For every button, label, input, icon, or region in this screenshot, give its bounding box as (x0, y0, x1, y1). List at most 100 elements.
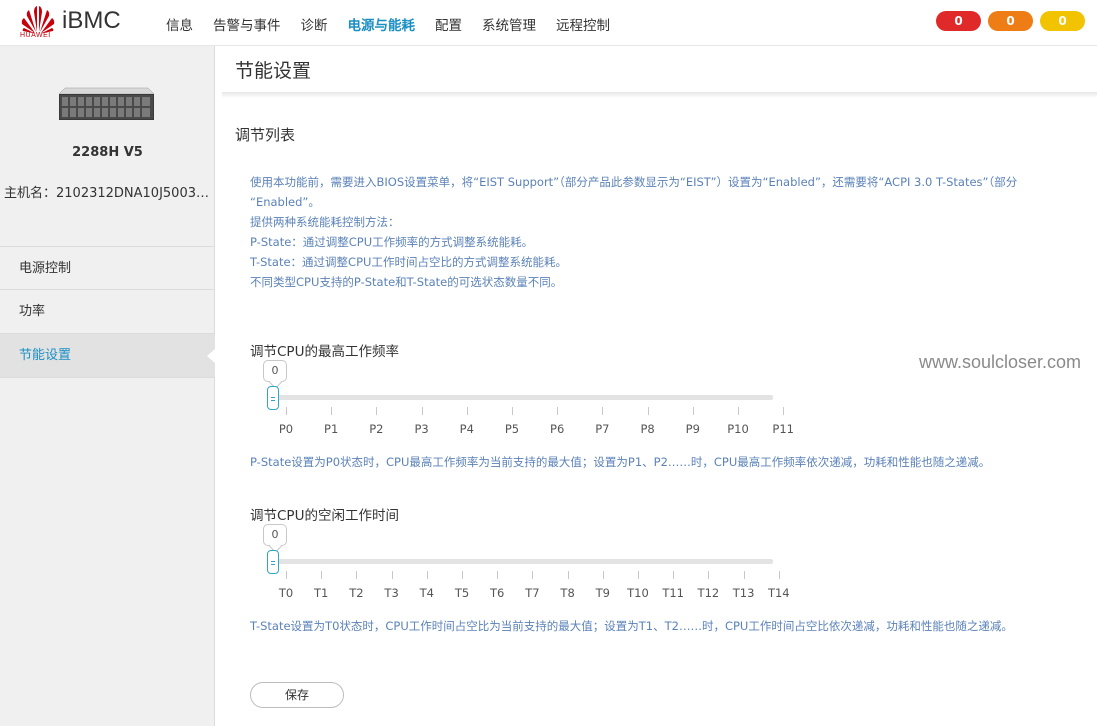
tstate-tick-mark (391, 571, 393, 579)
pstate-tick-mark (647, 407, 649, 415)
tstate-hint: T-State设置为T0状态时，CPU工作时间占空比为当前支持的最大值；设置为T… (250, 619, 1013, 633)
tstate-tick-label[interactable]: T7 (512, 586, 552, 600)
pstate-slider-track[interactable] (270, 395, 773, 400)
title-divider (222, 92, 1097, 98)
major-alarm-badge[interactable]: 0 (988, 11, 1033, 31)
description-line: 不同类型CPU支持的P-State和T-State的可选状态数量不同。 (250, 275, 563, 289)
pstate-tick-label[interactable]: P2 (356, 422, 396, 436)
pstate-tick-label[interactable]: P6 (537, 422, 577, 436)
nav-system-management[interactable]: 系统管理 (482, 14, 536, 34)
server-chassis-icon (58, 84, 155, 122)
tstate-value-bubble: 0 (263, 524, 287, 546)
tstate-tick-mark (497, 571, 499, 579)
tstate-tick-label[interactable]: T4 (407, 586, 447, 600)
tstate-tick-mark (356, 571, 358, 579)
pstate-tick-mark (376, 407, 378, 415)
tstate-tick-label[interactable]: T9 (583, 586, 623, 600)
tstate-tick-label[interactable]: T5 (442, 586, 482, 600)
section-title: 调节列表 (235, 126, 296, 144)
sidebar: 2288H V5 主机名：2102312DNA10J50033A1A 电源控制 … (0, 46, 216, 726)
brand-wordmark: HUAWEI (20, 32, 51, 39)
pstate-tick-label[interactable]: P9 (673, 422, 713, 436)
tstate-tick-mark (286, 571, 287, 579)
hostname: 主机名：2102312DNA10J50033A1A (4, 186, 214, 201)
pstate-tick-label[interactable]: P8 (628, 422, 668, 436)
top-header: HUAWEI iBMC 信息 告警与事件 诊断 电源与能耗 配置 系统管理 远程… (0, 0, 1097, 46)
tstate-tick-mark (673, 571, 675, 579)
description-line: “Enabled”。 (250, 195, 320, 209)
sidebar-item-energy-saving[interactable]: 节能设置 (0, 334, 216, 378)
pstate-slider-handle[interactable] (267, 386, 279, 410)
tstate-tick-mark (321, 571, 323, 579)
sidebar-item-power-control[interactable]: 电源控制 (0, 246, 215, 290)
tstate-tick-label[interactable]: T0 (266, 586, 306, 600)
tstate-tick-label[interactable]: T8 (548, 586, 588, 600)
pstate-hint: P-State设置为P0状态时，CPU最高工作频率为当前支持的最大值；设置为P1… (250, 455, 991, 469)
tstate-tick-label[interactable]: T11 (653, 586, 693, 600)
tstate-tick-mark (532, 571, 534, 579)
pstate-tick-mark (602, 407, 604, 415)
minor-alarm-badge[interactable]: 0 (1040, 11, 1085, 31)
pstate-tick-label[interactable]: P0 (266, 422, 306, 436)
description-line: T-State：通过调整CPU工作时间占空比的方式调整系统能耗。 (250, 255, 567, 269)
description-line: P-State：通过调整CPU工作频率的方式调整系统能耗。 (250, 235, 534, 249)
alarm-counters: 0 0 0 (936, 11, 1085, 31)
pstate-tick-label[interactable]: P10 (718, 422, 758, 436)
tstate-tick-mark (426, 571, 428, 579)
description-line: 使用本功能前，需要进入BIOS设置菜单，将“EIST Support”（部分产品… (250, 175, 1018, 189)
critical-alarm-badge[interactable]: 0 (936, 11, 981, 31)
description: 使用本功能前，需要进入BIOS设置菜单，将“EIST Support”（部分产品… (250, 172, 1097, 292)
tstate-tick-mark (708, 571, 710, 579)
pstate-tick-mark (738, 407, 739, 415)
nav-configuration[interactable]: 配置 (435, 14, 462, 34)
tstate-tick-label[interactable]: T3 (372, 586, 412, 600)
pstate-tick-mark (512, 407, 513, 415)
tstate-slider-handle[interactable] (267, 550, 279, 574)
pstate-tick-label[interactable]: P7 (582, 422, 622, 436)
nav-alarms-events[interactable]: 告警与事件 (213, 14, 281, 34)
pstate-tick-label[interactable]: P4 (447, 422, 487, 436)
save-button[interactable]: 保存 (250, 682, 344, 708)
tstate-tick-mark (743, 571, 745, 579)
nav-remote-control[interactable]: 远程控制 (556, 14, 610, 34)
nav-diagnostics[interactable]: 诊断 (301, 14, 328, 34)
pstate-tick-label[interactable]: P5 (492, 422, 532, 436)
description-line: 提供两种系统能耗控制方法： (250, 215, 400, 229)
tstate-slider-track[interactable] (270, 559, 773, 564)
pstate-value-bubble: 0 (263, 360, 287, 382)
nav-power-energy[interactable]: 电源与能耗 (348, 14, 416, 34)
pstate-tick-mark (331, 407, 333, 415)
side-menu: 电源控制 功率 节能设置 (0, 246, 216, 378)
tstate-label: 调节CPU的空闲工作时间 (250, 508, 399, 524)
tstate-tick-label[interactable]: T14 (759, 586, 799, 600)
page-title: 节能设置 (235, 60, 312, 82)
sidebar-item-power[interactable]: 功率 (0, 290, 215, 334)
nav-info[interactable]: 信息 (166, 14, 193, 34)
tstate-tick-mark (462, 571, 463, 579)
pstate-slider-group: 调节CPU的最高工作频率 0 P-State设置为P0状态时，CPU最高工作频率… (250, 340, 990, 480)
pstate-tick-mark (557, 407, 559, 415)
tstate-tick-label[interactable]: T2 (336, 586, 376, 600)
watermark: www.soulcloser.com (919, 352, 1082, 372)
tstate-tick-label[interactable]: T13 (724, 586, 764, 600)
tstate-slider-group: 调节CPU的空闲工作时间 0 T-State设置为T0状态时，CPU工作时间占空… (250, 504, 1013, 644)
tstate-tick-mark (567, 571, 569, 579)
tstate-tick-label[interactable]: T12 (688, 586, 728, 600)
tstate-tick-label[interactable]: T6 (477, 586, 517, 600)
tstate-tick-mark (638, 571, 639, 579)
main-nav: 信息 告警与事件 诊断 电源与能耗 配置 系统管理 远程控制 (166, 14, 630, 34)
pstate-tick-label[interactable]: P1 (311, 422, 351, 436)
server-model: 2288H V5 (72, 145, 143, 160)
pstate-tick-mark (286, 407, 287, 415)
main-content: 节能设置 调节列表 使用本功能前，需要进入BIOS设置菜单，将“EIST Sup… (216, 46, 1097, 726)
pstate-tick-mark (421, 407, 423, 415)
tstate-tick-label[interactable]: T1 (301, 586, 341, 600)
pstate-tick-label[interactable]: P11 (763, 422, 803, 436)
tstate-tick-mark (778, 571, 780, 579)
tstate-tick-mark (602, 571, 604, 579)
pstate-label: 调节CPU的最高工作频率 (250, 344, 399, 360)
tstate-tick-label[interactable]: T10 (618, 586, 658, 600)
pstate-tick-label[interactable]: P3 (402, 422, 442, 436)
pstate-tick-mark (466, 407, 468, 415)
pstate-tick-mark (692, 407, 694, 415)
